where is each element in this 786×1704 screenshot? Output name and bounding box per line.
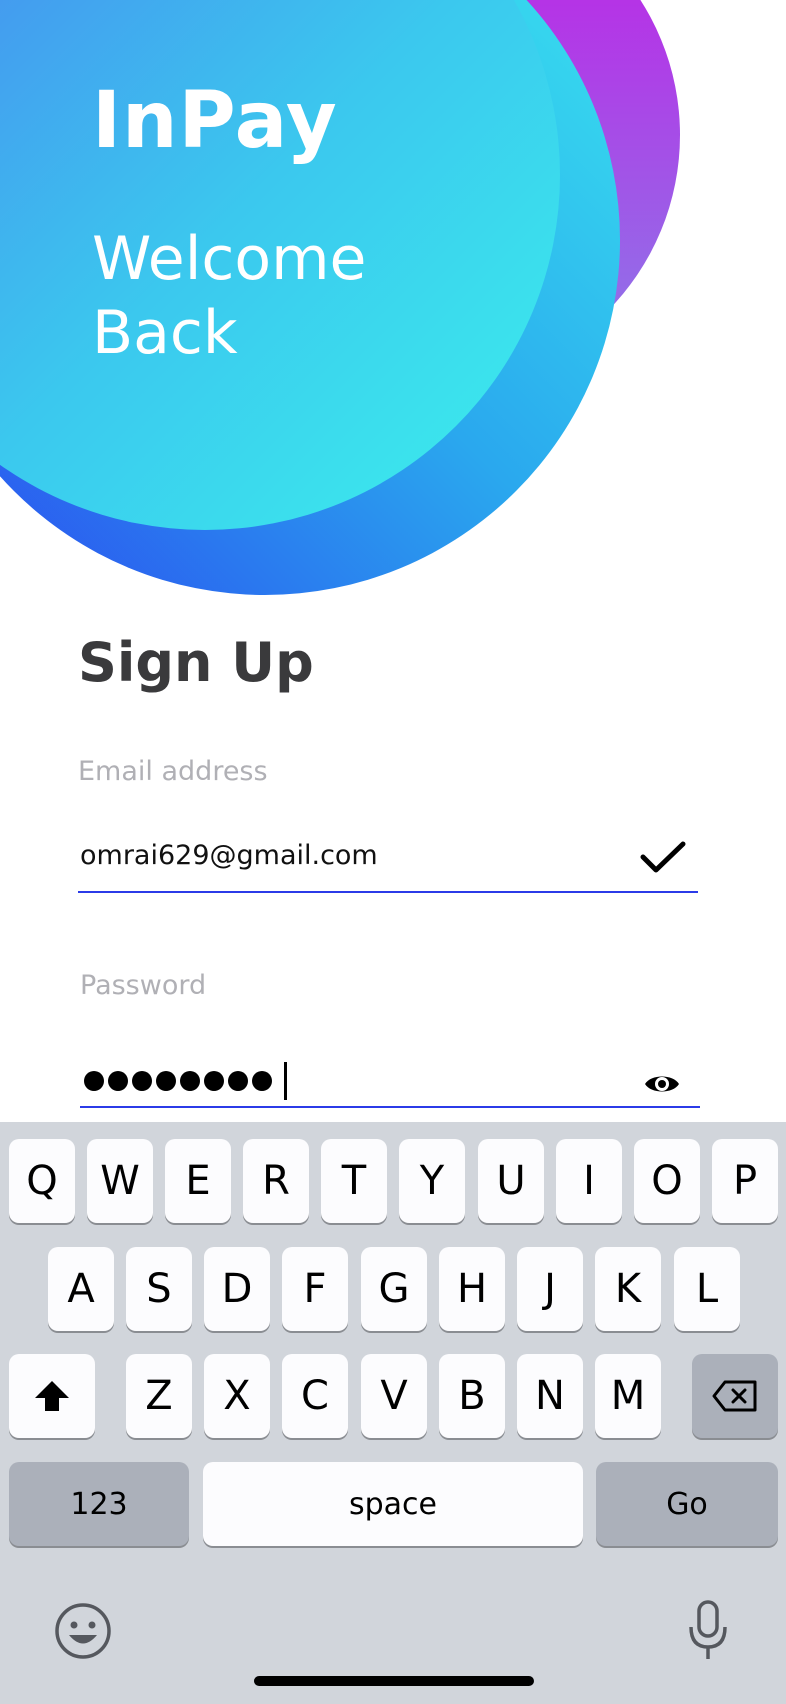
key-n[interactable]: N [517, 1354, 583, 1438]
backspace-icon [712, 1380, 757, 1412]
password-underline [80, 1106, 700, 1108]
key-m[interactable]: M [595, 1354, 661, 1438]
key-t[interactable]: T [321, 1139, 387, 1223]
key-u[interactable]: U [478, 1139, 544, 1223]
key-d[interactable]: D [204, 1247, 270, 1331]
brand-logo: InPay [92, 76, 338, 166]
key-p[interactable]: P [712, 1139, 778, 1223]
key-j[interactable]: J [517, 1247, 583, 1331]
password-dot [156, 1071, 176, 1091]
shift-icon [35, 1381, 69, 1411]
key-g[interactable]: G [361, 1247, 427, 1331]
welcome-line-2: Back [92, 298, 238, 368]
key-v[interactable]: V [361, 1354, 427, 1438]
password-dot [84, 1071, 104, 1091]
key-c[interactable]: C [282, 1354, 348, 1438]
key-a[interactable]: A [48, 1247, 114, 1331]
password-field[interactable] [84, 1062, 287, 1100]
welcome-line-1: Welcome [92, 224, 367, 294]
password-dot [252, 1071, 272, 1091]
email-field[interactable]: omrai629@gmail.com [80, 840, 378, 871]
password-dot [204, 1071, 224, 1091]
eye-icon[interactable] [643, 1070, 681, 1098]
header-graphic: InPay Welcome Back [0, 0, 786, 620]
key-f[interactable]: F [282, 1247, 348, 1331]
go-key[interactable]: Go [596, 1462, 778, 1546]
key-h[interactable]: H [439, 1247, 505, 1331]
space-key[interactable]: space [203, 1462, 583, 1546]
welcome-heading: Welcome Back [92, 222, 366, 370]
page-title: Sign Up [78, 631, 314, 694]
checkmark-icon [640, 841, 686, 873]
password-dot [132, 1071, 152, 1091]
key-o[interactable]: O [634, 1139, 700, 1223]
email-label: Email address [78, 756, 268, 787]
key-x[interactable]: X [204, 1354, 270, 1438]
password-dot [228, 1071, 248, 1091]
key-l[interactable]: L [674, 1247, 740, 1331]
home-indicator[interactable] [254, 1676, 534, 1686]
text-cursor [284, 1062, 287, 1100]
key-s[interactable]: S [126, 1247, 192, 1331]
key-r[interactable]: R [243, 1139, 309, 1223]
key-y[interactable]: Y [399, 1139, 465, 1223]
key-i[interactable]: I [556, 1139, 622, 1223]
numbers-key[interactable]: 123 [9, 1462, 189, 1546]
delete-key[interactable] [692, 1354, 778, 1438]
key-k[interactable]: K [595, 1247, 661, 1331]
key-q[interactable]: Q [9, 1139, 75, 1223]
email-underline [78, 891, 698, 893]
microphone-icon[interactable] [686, 1599, 730, 1663]
key-z[interactable]: Z [126, 1354, 192, 1438]
password-dot [180, 1071, 200, 1091]
key-b[interactable]: B [439, 1354, 505, 1438]
shift-key[interactable] [9, 1354, 95, 1438]
on-screen-keyboard: Q W E R T Y U I O P A S D F G H J K L Z … [0, 1122, 786, 1704]
password-label: Password [80, 970, 207, 1001]
key-e[interactable]: E [165, 1139, 231, 1223]
key-w[interactable]: W [87, 1139, 153, 1223]
password-dot [108, 1071, 128, 1091]
emoji-icon[interactable] [54, 1602, 112, 1660]
